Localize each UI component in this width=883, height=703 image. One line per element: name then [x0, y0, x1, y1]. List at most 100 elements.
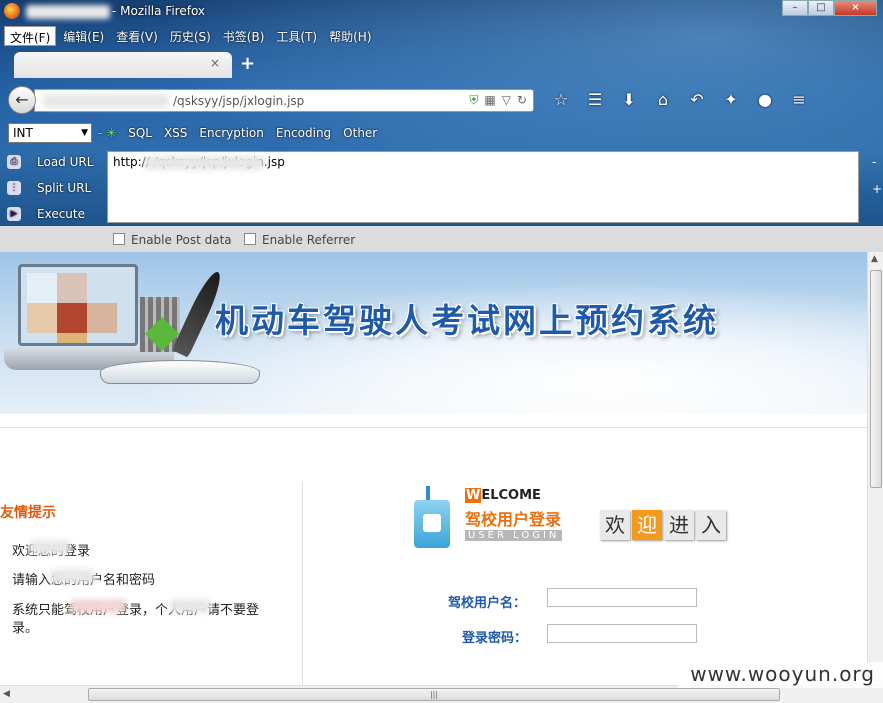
- shield-icon[interactable]: ⛨: [469, 93, 478, 108]
- tab-close-icon[interactable]: ×: [210, 56, 220, 70]
- hackbar-type-value: INT: [13, 126, 33, 140]
- menu-bar: 文件(F) 编辑(E) 查看(V) 历史(S) 书签(B) 工具(T) 帮助(H…: [4, 26, 379, 46]
- hackbar-dots-icon: - ✳: [98, 126, 117, 140]
- divider: [0, 427, 867, 428]
- hackbar-url-textarea[interactable]: http:// /qsksyy/jsp/jxlogin.jsp: [107, 151, 859, 223]
- addon-icon[interactable]: ✦: [714, 90, 748, 109]
- hackbar-menu-encryption[interactable]: Encryption: [199, 126, 263, 140]
- redacted-tip: [30, 540, 70, 554]
- vertical-scrollbar[interactable]: ▲: [867, 252, 883, 685]
- toolbar-icons: ☆ ☰ ⬇ ⌂ ↶ ✦ ● ≡: [544, 90, 816, 109]
- open-book-image: [100, 360, 260, 384]
- profile-icon[interactable]: ●: [748, 90, 782, 109]
- header-banner: 机动车驾驶人考试网上预约系统: [0, 252, 867, 414]
- welcome-tile: 进: [664, 510, 694, 540]
- redacted-host: [43, 94, 169, 108]
- enable-referrer-checkbox[interactable]: [244, 233, 256, 245]
- execute-button[interactable]: ▶ Execute: [0, 202, 105, 228]
- welcome-heading: WELCOME: [465, 488, 541, 503]
- username-field[interactable]: [547, 588, 697, 607]
- menu-tools[interactable]: 工具(T): [271, 26, 322, 46]
- undo-icon[interactable]: ↶: [680, 90, 714, 109]
- hackbar-actions: ⎙ Load URL ⋮ Split URL ▶ Execute: [0, 150, 105, 228]
- welcome-rest: ELCOME: [481, 488, 541, 503]
- horizontal-scroll-thumb[interactable]: |||: [88, 688, 780, 701]
- user-face-icon: [423, 514, 441, 532]
- hackbar-menu-sql[interactable]: SQL: [128, 126, 152, 140]
- redacted-tip: [50, 569, 95, 583]
- back-button[interactable]: ←: [8, 86, 36, 114]
- hackbar-menu-encoding[interactable]: Encoding: [276, 126, 331, 140]
- username-label: 驾校用户名：: [448, 596, 527, 611]
- url-bar[interactable]: /qsksyy/jsp/jxlogin.jsp ⛨ ▦ ▽ ↻: [34, 89, 534, 112]
- school-login-title: 驾校用户登录: [465, 510, 562, 529]
- menu-history[interactable]: 历史(S): [165, 26, 216, 46]
- hackbar-menu: - ✳ SQL XSS Encryption Encoding Other: [98, 126, 377, 140]
- enable-post-checkbox[interactable]: [113, 233, 125, 245]
- qr-code-icon[interactable]: ▦: [484, 93, 495, 108]
- window-controls: – □ ×: [782, 0, 877, 16]
- close-window-button[interactable]: ×: [834, 0, 877, 16]
- hamburger-menu-icon[interactable]: ≡: [782, 90, 816, 109]
- split-url-button[interactable]: ⋮ Split URL: [0, 176, 105, 202]
- pixel-block: [57, 273, 87, 303]
- browser-chrome: - Mozilla Firefox – □ × 文件(F) 编辑(E) 查看(V…: [0, 0, 883, 252]
- enable-referrer-label: Enable Referrer: [262, 233, 356, 247]
- welcome-tile: 入: [696, 510, 726, 540]
- url-text: /qsksyy/jsp/jxlogin.jsp: [173, 94, 305, 108]
- login-panel: WELCOME 驾校用户登录 USER LOGIN 欢 迎 进 入 驾校用户名：…: [410, 486, 830, 685]
- pixel-block: [57, 303, 87, 333]
- url-icons: ⛨ ▦ ▽ ↻: [469, 93, 527, 108]
- welcome-first-letter: W: [465, 488, 482, 503]
- home-icon[interactable]: ⌂: [646, 90, 680, 109]
- title-bar: - Mozilla Firefox – □ ×: [0, 0, 883, 24]
- laptop-image: [18, 264, 138, 346]
- window-title: - Mozilla Firefox: [112, 4, 206, 18]
- hackbar-shrink-button[interactable]: -: [872, 155, 876, 169]
- new-tab-button[interactable]: +: [240, 53, 255, 74]
- reading-list-icon[interactable]: ☰: [578, 90, 612, 109]
- watermark: www.wooyun.org: [678, 662, 883, 688]
- navigation-bar: /qsksyy/jsp/jxlogin.jsp ⛨ ▦ ▽ ↻ ← ☆ ☰ ⬇ …: [0, 82, 883, 118]
- hackbar-type-select[interactable]: INT ▼: [8, 123, 92, 143]
- maximize-button[interactable]: □: [808, 0, 834, 16]
- user-login-caption: USER LOGIN: [465, 530, 563, 541]
- hackbar-options: Enable Post data Enable Referrer: [0, 226, 883, 252]
- page-content: 机动车驾驶人考试网上预约系统 友情提示 欢迎您的登录 请输入您的用户名和密码 系…: [0, 252, 867, 685]
- hackbar-toolbar: INT ▼ - ✳ SQL XSS Encryption Encoding Ot…: [0, 120, 883, 148]
- password-field[interactable]: [547, 624, 697, 643]
- hackbar-menu-xss[interactable]: XSS: [164, 126, 187, 140]
- pixel-block: [27, 273, 57, 303]
- menu-view[interactable]: 查看(V): [111, 26, 163, 46]
- menu-help[interactable]: 帮助(H): [324, 26, 376, 46]
- load-url-button[interactable]: ⎙ Load URL: [0, 150, 105, 176]
- scroll-left-icon[interactable]: ◀: [3, 689, 10, 699]
- hackbar-grow-button[interactable]: +: [872, 182, 882, 196]
- load-url-label: Load URL: [37, 155, 94, 169]
- menu-file[interactable]: 文件(F): [4, 26, 57, 46]
- redacted-hackbar-host: [144, 156, 264, 170]
- redacted-tip: [170, 599, 210, 613]
- load-url-icon: ⎙: [7, 155, 21, 169]
- scroll-up-icon[interactable]: ▲: [871, 254, 878, 264]
- minimize-button[interactable]: –: [782, 0, 808, 16]
- tip-line-3: 系统只能驾校用户登录，个人用户请不要登: [12, 603, 260, 618]
- split-url-label: Split URL: [37, 181, 92, 195]
- menu-bookmarks[interactable]: 书签(B): [218, 26, 270, 46]
- execute-label: Execute: [37, 207, 85, 221]
- redacted-tip: [70, 599, 126, 613]
- dropdown-icon[interactable]: ▽: [502, 93, 511, 108]
- pixel-block: [57, 333, 87, 343]
- vertical-scroll-thumb[interactable]: [870, 270, 882, 488]
- enable-post-label: Enable Post data: [131, 233, 232, 247]
- browser-tab[interactable]: ×: [14, 52, 232, 78]
- hackbar-menu-other[interactable]: Other: [343, 126, 377, 140]
- download-icon[interactable]: ⬇: [612, 90, 646, 109]
- split-url-icon: ⋮: [7, 181, 21, 195]
- reload-icon[interactable]: ↻: [517, 93, 527, 108]
- menu-edit[interactable]: 编辑(E): [58, 26, 109, 46]
- bookmark-star-icon[interactable]: ☆: [544, 90, 578, 109]
- pixel-block: [87, 303, 117, 333]
- page-title: 机动车驾驶人考试网上预约系统: [215, 301, 719, 340]
- panel-divider: [302, 482, 303, 685]
